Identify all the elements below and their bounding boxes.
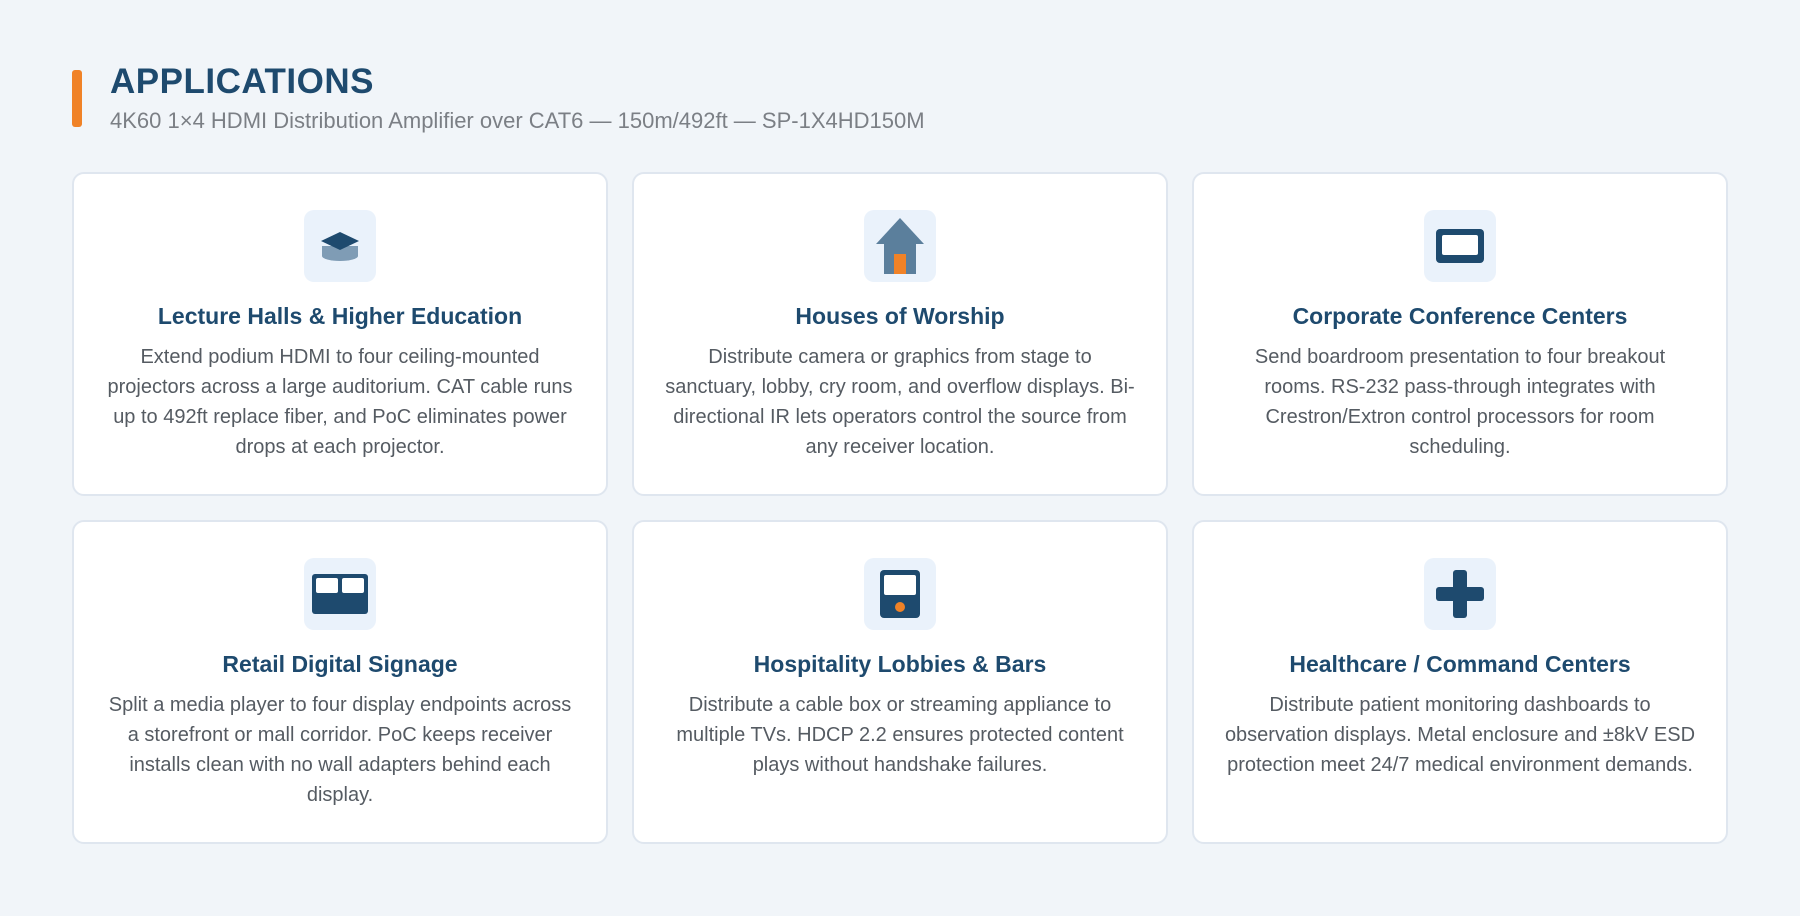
card-title: Healthcare / Command Centers [1289, 651, 1631, 677]
icon-tile [304, 210, 376, 282]
monitor-icon [1436, 229, 1484, 263]
card-description: Send boardroom presentation to four brea… [1254, 346, 1666, 458]
card-description: Split a media player to four display end… [108, 694, 572, 806]
page-subtitle: 4K60 1×4 HDMI Distribution Amplifier ove… [110, 108, 925, 133]
application-card-lecture-halls: Lecture Halls & Higher Education Extend … [72, 172, 608, 496]
icon-tile [1424, 210, 1496, 282]
icon-tile [1424, 558, 1496, 630]
icon-tile [304, 558, 376, 630]
page-title: APPLICATIONS [110, 62, 374, 101]
card-title: Houses of Worship [795, 303, 1005, 329]
handheld-device-icon [880, 570, 920, 618]
house-icon [876, 218, 924, 274]
card-title: Retail Digital Signage [222, 651, 458, 677]
card-title: Hospitality Lobbies & Bars [753, 651, 1047, 677]
card-title: Lecture Halls & Higher Education [157, 303, 523, 329]
card-description: Extend podium HDMI to four ceiling-mount… [107, 346, 573, 458]
medical-cross-icon [1436, 570, 1484, 618]
application-card-hospitality: Hospitality Lobbies & Bars Distribute a … [632, 520, 1168, 844]
card-description: Distribute patient monitoring dashboards… [1224, 694, 1696, 776]
applications-grid: Lecture Halls & Higher Education Extend … [72, 172, 1728, 844]
application-card-houses-of-worship: Houses of Worship Distribute camera or g… [632, 172, 1168, 496]
dual-display-icon [312, 574, 368, 614]
application-card-healthcare: Healthcare / Command Centers Distribute … [1192, 520, 1728, 844]
header-text: APPLICATIONS 4K60 1×4 HDMI Distribution … [110, 62, 925, 134]
header-accent-bar [72, 70, 82, 127]
application-card-retail-signage: Retail Digital Signage Split a media pla… [72, 520, 608, 844]
card-description: Distribute camera or graphics from stage… [665, 346, 1135, 458]
icon-tile [864, 210, 936, 282]
icon-tile [864, 558, 936, 630]
graduation-cap-icon [321, 232, 359, 261]
card-description: Distribute a cable box or streaming appl… [676, 694, 1124, 776]
page-header: APPLICATIONS 4K60 1×4 HDMI Distribution … [72, 62, 925, 134]
card-title: Corporate Conference Centers [1292, 303, 1628, 329]
application-card-conference-centers: Corporate Conference Centers Send boardr… [1192, 172, 1728, 496]
